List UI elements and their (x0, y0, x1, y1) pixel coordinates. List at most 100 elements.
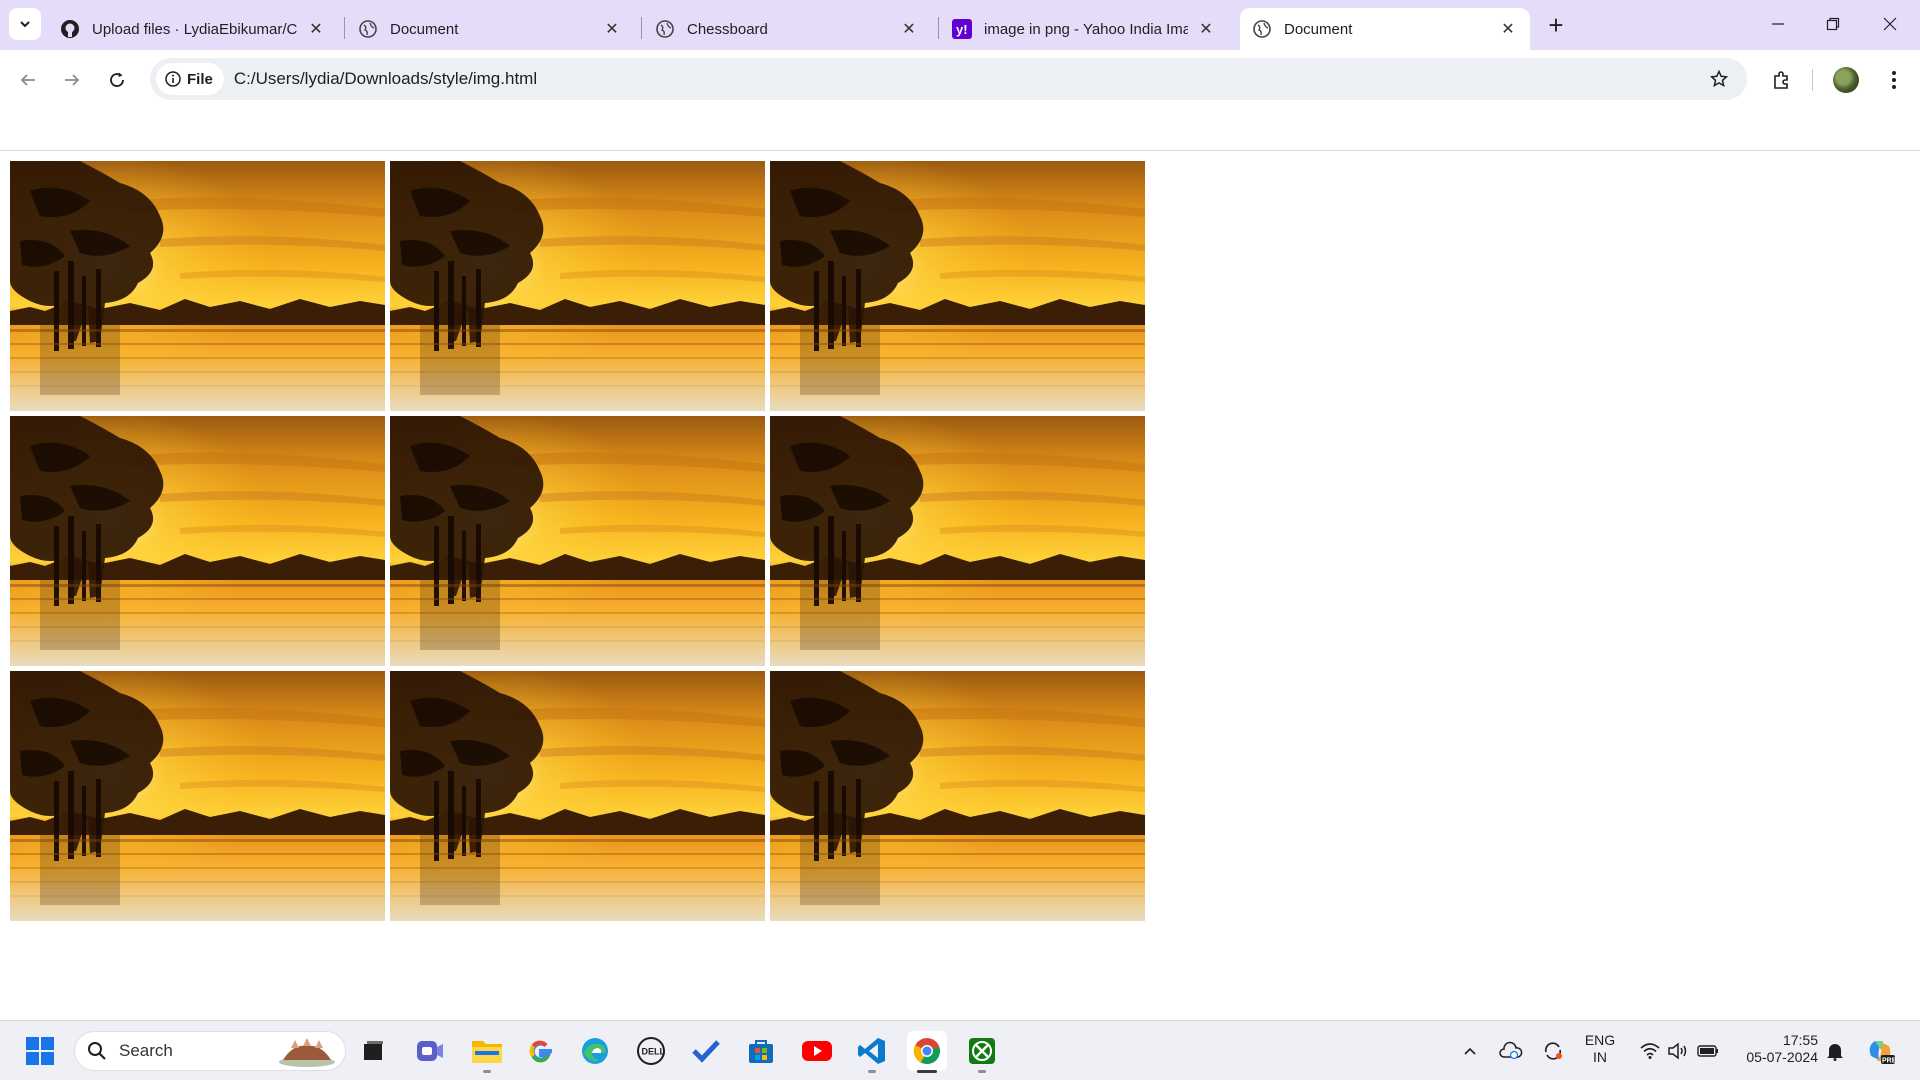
running-indicator (483, 1070, 491, 1073)
profile-button[interactable] (1830, 64, 1862, 96)
onedrive-tray[interactable] (1493, 1031, 1529, 1071)
vscode-icon (858, 1038, 885, 1064)
forward-button[interactable] (56, 64, 88, 96)
address-bar[interactable]: File C:/Users/lydia/Downloads/style/img.… (150, 58, 1747, 100)
taskbar-search[interactable]: Search (74, 1031, 346, 1071)
sunset-image (10, 416, 385, 666)
minimize-button[interactable] (1756, 8, 1800, 40)
close-icon[interactable]: ✕ (1498, 19, 1518, 39)
wifi-tray[interactable] (1636, 1031, 1664, 1071)
xbox-app[interactable] (962, 1031, 1002, 1071)
youtube-app[interactable] (797, 1031, 837, 1071)
toolbar-divider (1812, 69, 1813, 91)
arrow-left-icon (20, 74, 35, 86)
search-highlight-icon (279, 1038, 335, 1067)
github-icon (60, 19, 80, 39)
back-button[interactable] (12, 64, 44, 96)
tab-separator (938, 17, 939, 39)
file-explorer-app[interactable] (467, 1031, 507, 1071)
close-icon[interactable]: ✕ (602, 19, 622, 39)
browser-toolbar: File C:/Users/lydia/Downloads/style/img.… (0, 50, 1920, 108)
active-indicator (917, 1070, 937, 1073)
clock[interactable]: 17:55 05-07-2024 (1734, 1032, 1818, 1066)
sync-tray[interactable] (1535, 1031, 1571, 1071)
wifi-icon (1640, 1043, 1660, 1059)
language-code: ENG (1584, 1032, 1616, 1048)
xbox-icon (969, 1038, 995, 1064)
battery-icon (1697, 1045, 1718, 1057)
extensions-button[interactable] (1765, 64, 1797, 96)
close-window-button[interactable] (1868, 8, 1912, 40)
task-view-icon (364, 1041, 383, 1060)
arrow-right-icon (65, 74, 80, 86)
svg-text:y!: y! (956, 22, 968, 37)
close-icon[interactable]: ✕ (306, 19, 326, 39)
minimize-icon (1772, 23, 1784, 25)
sunset-image (10, 671, 385, 921)
tab-yahoo[interactable]: y! image in png - Yahoo India Ima ✕ (940, 8, 1228, 50)
tab-search-button[interactable] (9, 8, 41, 40)
dell-app[interactable]: DELL (631, 1031, 671, 1071)
teams-app[interactable] (410, 1031, 450, 1071)
close-icon[interactable]: ✕ (899, 19, 919, 39)
google-icon (529, 1040, 552, 1063)
avatar (1833, 67, 1859, 93)
chevron-up-icon (1464, 1047, 1476, 1055)
search-icon (88, 1042, 106, 1060)
file-explorer-icon (472, 1041, 502, 1063)
language-indicator[interactable]: ENG IN (1572, 1032, 1628, 1066)
store-app[interactable] (741, 1031, 781, 1071)
tab-document-active[interactable]: Document ✕ (1240, 8, 1530, 50)
svg-text:DELL: DELL (642, 1047, 666, 1057)
chrome-app[interactable] (907, 1031, 947, 1071)
copilot-button[interactable]: PRE (1862, 1031, 1898, 1071)
close-icon[interactable]: ✕ (1196, 19, 1216, 39)
image-grid (10, 161, 1145, 921)
task-view-button[interactable] (353, 1031, 393, 1071)
tab-title: Document (390, 20, 459, 38)
youtube-icon (802, 1041, 832, 1061)
windows-start-icon (26, 1037, 54, 1065)
speaker-icon (1668, 1042, 1687, 1060)
google-app[interactable] (521, 1031, 561, 1071)
menu-button[interactable] (1878, 64, 1910, 96)
tab-document[interactable]: Document ✕ (346, 8, 634, 50)
tab-chessboard[interactable]: Chessboard ✕ (643, 8, 931, 50)
notifications-button[interactable] (1820, 1031, 1850, 1071)
reload-icon (110, 72, 124, 87)
edge-app[interactable] (575, 1031, 615, 1071)
kebab-menu-icon (1892, 71, 1896, 89)
running-indicator (868, 1070, 876, 1073)
volume-tray[interactable] (1664, 1031, 1692, 1071)
sync-icon (1544, 1042, 1562, 1060)
bell-icon (1827, 1044, 1843, 1061)
globe-icon (1252, 19, 1272, 39)
star-icon (1710, 70, 1728, 87)
sunset-image (10, 161, 385, 411)
vscode-app[interactable] (852, 1031, 892, 1071)
store-icon (749, 1040, 773, 1063)
chrome-icon (913, 1038, 940, 1064)
reload-button[interactable] (101, 64, 133, 96)
site-info-chip[interactable]: File (156, 63, 224, 95)
tab-separator (641, 17, 642, 39)
new-tab-button[interactable]: + (1542, 12, 1570, 40)
start-button[interactable] (20, 1031, 60, 1071)
cloud-sync-icon (1499, 1041, 1523, 1060)
tab-strip: Upload files · LydiaEbikumar/Ch ✕ Docume… (0, 0, 1920, 50)
info-icon (165, 71, 181, 87)
show-hidden-icons-button[interactable] (1452, 1031, 1488, 1071)
sunset-image (390, 671, 765, 921)
page-content (0, 151, 1920, 1020)
restore-button[interactable] (1811, 8, 1855, 40)
taskbar: Search DELL ENG IN 17:55 05-07-2024 PRE (0, 1020, 1920, 1080)
svg-text:PRE: PRE (1882, 1058, 1895, 1065)
battery-tray[interactable] (1694, 1031, 1722, 1071)
restore-icon (1826, 17, 1840, 31)
clock-date: 05-07-2024 (1746, 1049, 1818, 1065)
address-url[interactable]: C:/Users/lydia/Downloads/style/img.html (234, 69, 1703, 89)
running-indicator (978, 1070, 986, 1073)
bookmark-button[interactable] (1703, 63, 1735, 95)
todo-app[interactable] (686, 1031, 726, 1071)
tab-github[interactable]: Upload files · LydiaEbikumar/Ch ✕ (48, 8, 338, 50)
